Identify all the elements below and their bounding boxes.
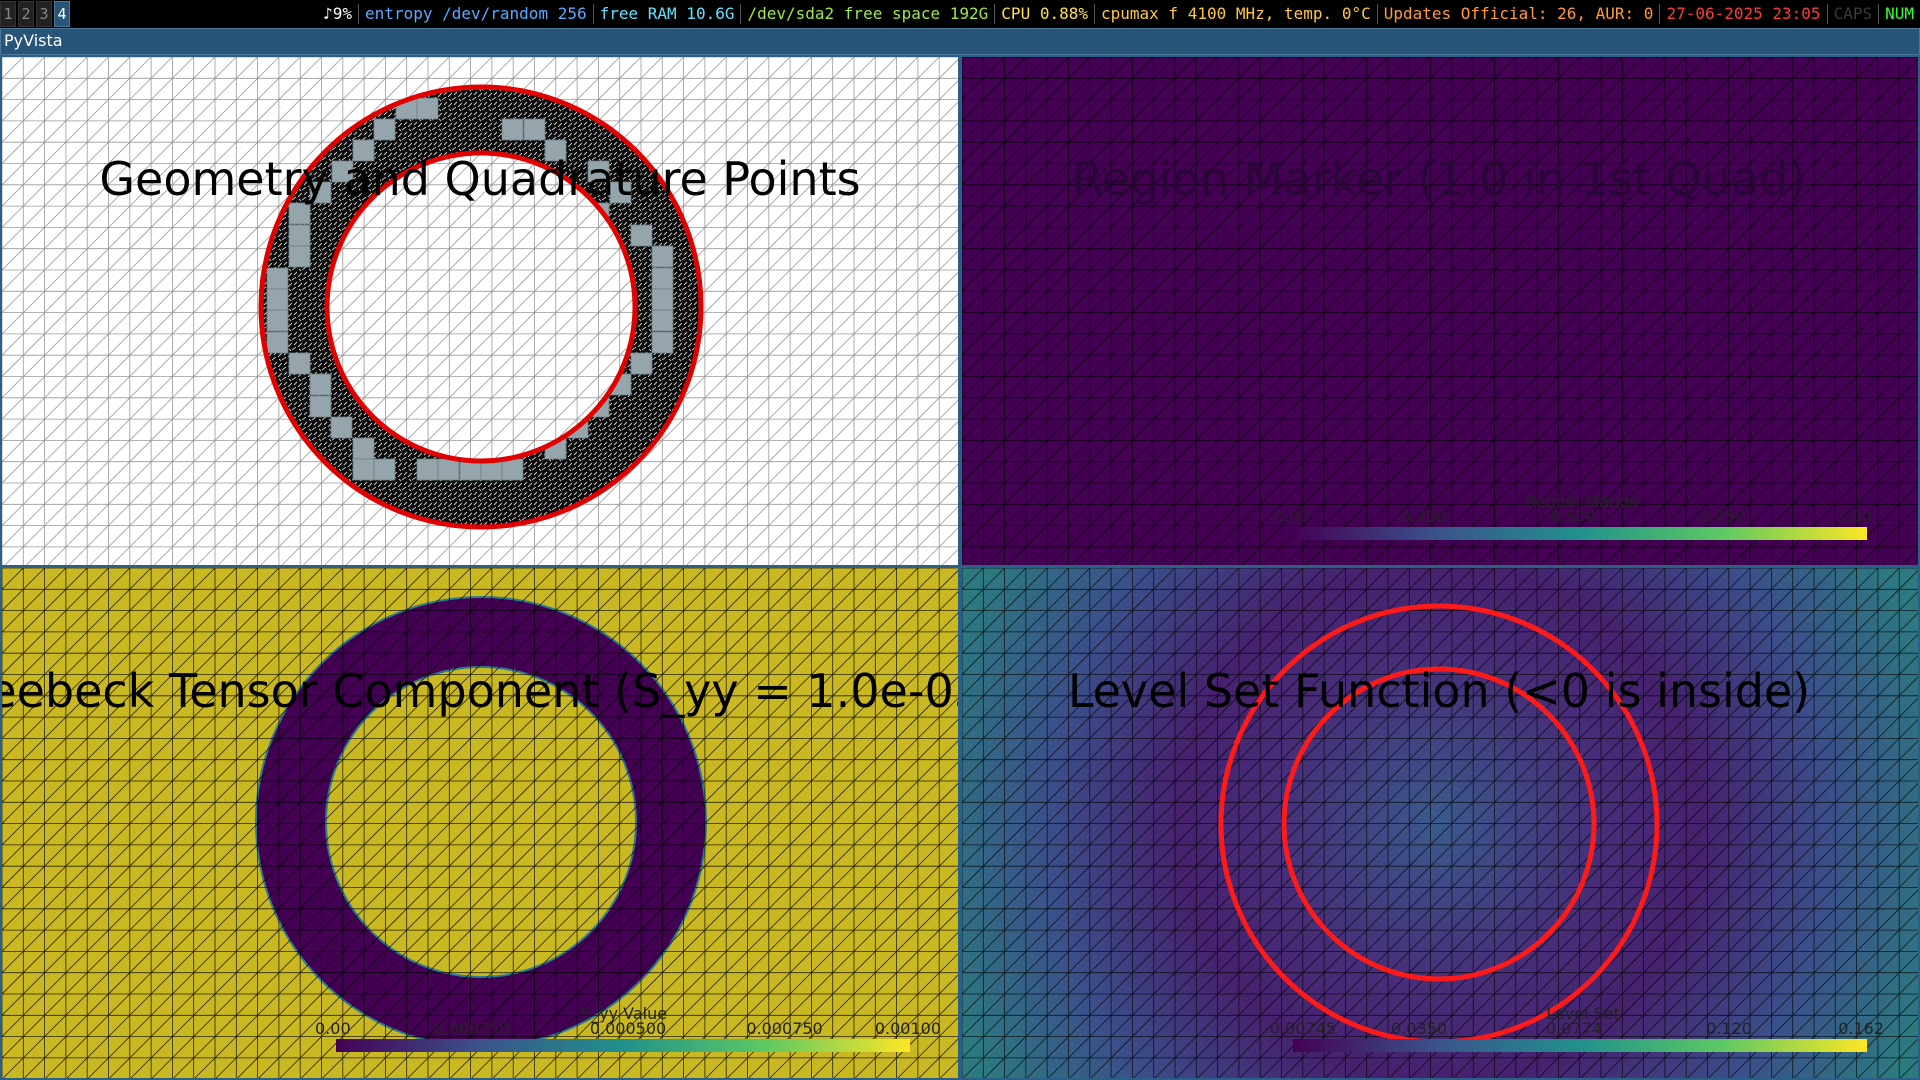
quadrature-cell xyxy=(416,97,439,120)
colorbar-tick-label: 0.000250 xyxy=(433,1019,509,1038)
quadrature-cell xyxy=(309,395,332,418)
colorbar-tick-label: -0.00745 xyxy=(1264,1019,1336,1038)
quadrature-cell xyxy=(266,331,289,354)
quadrature-cell xyxy=(288,352,311,375)
colorbar-tick-label: 0.120 xyxy=(1706,1019,1752,1038)
status-blocks: ♪9% entropy /dev/random 256 free RAM 10.6G… xyxy=(317,0,1920,28)
workspace-button-1[interactable]: 1 xyxy=(0,1,16,27)
colorbar-tick-label: 1.00 xyxy=(1836,507,1872,526)
subplot-title-geometry: Geometry and Quadrature Points xyxy=(99,152,860,206)
quadrature-cell xyxy=(309,373,332,396)
colorbar-tick-label: 0.00100 xyxy=(875,1019,941,1038)
colorbar-tick-label: 0.162 xyxy=(1838,1019,1884,1038)
quadrature-cell xyxy=(501,458,524,481)
colorbar-tick-label: 0.250 xyxy=(1401,507,1447,526)
status-cpufreq: cpumax f 4100 MHz, temp. 0°C xyxy=(1095,4,1378,24)
quadrature-cell xyxy=(523,118,546,141)
quadrature-cell xyxy=(437,458,460,481)
quadrature-cell xyxy=(630,224,653,247)
quadrature-cell xyxy=(373,118,396,141)
colorbar-tick-label: 0.000500 xyxy=(590,1019,666,1038)
colorbar-tick-label: 0.0774 xyxy=(1546,1019,1602,1038)
subplot-title-seebeck: Seebeck Tensor Component (S_yy = 1.0e-03… xyxy=(2,664,1001,718)
workspace-button-3[interactable]: 3 xyxy=(36,1,52,27)
quadrature-cell xyxy=(288,245,311,268)
status-updates: Updates Official: 26, AUR: 0 xyxy=(1378,4,1661,24)
quadrature-cell xyxy=(266,288,289,311)
subplot-title-level-set: Level Set Function (<0 is inside) xyxy=(1068,664,1810,718)
quadrature-cell xyxy=(373,458,396,481)
workspace-button-4[interactable]: 4 xyxy=(54,1,70,27)
colorbar-ramp xyxy=(336,1039,910,1052)
colorbar-tick-label: 0.00 xyxy=(1274,507,1310,526)
quadrature-cell xyxy=(288,224,311,247)
plotter-view[interactable]: Geometry and Quadrature Points Region Ma… xyxy=(2,57,1918,1078)
quadrature-cell xyxy=(651,309,674,332)
status-disk: /dev/sda2 free space 192G xyxy=(741,4,996,24)
colorbar-ramp xyxy=(1293,1039,1867,1052)
quadrature-cell xyxy=(330,416,353,439)
colorbar-tick-label: 0.00 xyxy=(315,1019,351,1038)
colorbar-ramp xyxy=(1293,527,1867,540)
status-bar: 1234 ♪9% entropy /dev/random 256 free RAM … xyxy=(0,0,1920,28)
status-cpu: CPU 0.88% xyxy=(995,4,1095,24)
level-set-field xyxy=(962,568,1918,1078)
window-title: PyVista xyxy=(4,31,63,50)
status-volume: ♪9% xyxy=(317,4,360,24)
quadrature-cell xyxy=(501,118,524,141)
quadrature-cell xyxy=(266,267,289,290)
quadrature-cell xyxy=(651,245,674,268)
colorbar-tick-label: 0.000750 xyxy=(746,1019,822,1038)
quadrature-cell xyxy=(352,437,375,460)
workspace-button-2[interactable]: 2 xyxy=(18,1,34,27)
quadrature-cell xyxy=(651,331,674,354)
colorbar-tick-label: 0.500 xyxy=(1550,507,1596,526)
quadrature-cell xyxy=(630,352,653,375)
quadrature-cell xyxy=(266,309,289,332)
status-datetime: 27-06-2025 23:05 xyxy=(1660,4,1828,24)
colorbar-tick-label: 0.0350 xyxy=(1391,1019,1447,1038)
annulus-quadrature-region xyxy=(2,57,958,565)
status-caps: CAPS xyxy=(1828,4,1880,24)
quadrature-cell xyxy=(288,202,311,225)
workspace-switcher: 1234 xyxy=(0,0,72,28)
status-ram: free RAM 10.6G xyxy=(594,4,742,24)
colorbar-tick-label: 0.750 xyxy=(1700,507,1746,526)
quadrature-cell xyxy=(352,458,375,481)
status-entropy: entropy /dev/random 256 xyxy=(359,4,594,24)
pyvista-render-canvas[interactable]: Geometry and Quadrature Points Region Ma… xyxy=(0,55,1920,1080)
status-num: NUM xyxy=(1885,4,1914,23)
quadrature-cell xyxy=(416,458,439,481)
window-title-bar[interactable]: PyVista xyxy=(0,28,1920,55)
subplot-title-region: Region Marker (1.0 in 1st Quad) xyxy=(1072,152,1807,206)
viewport-separator-horizontal xyxy=(2,565,1918,568)
quadrature-cell xyxy=(651,288,674,311)
quadrature-cell xyxy=(651,267,674,290)
